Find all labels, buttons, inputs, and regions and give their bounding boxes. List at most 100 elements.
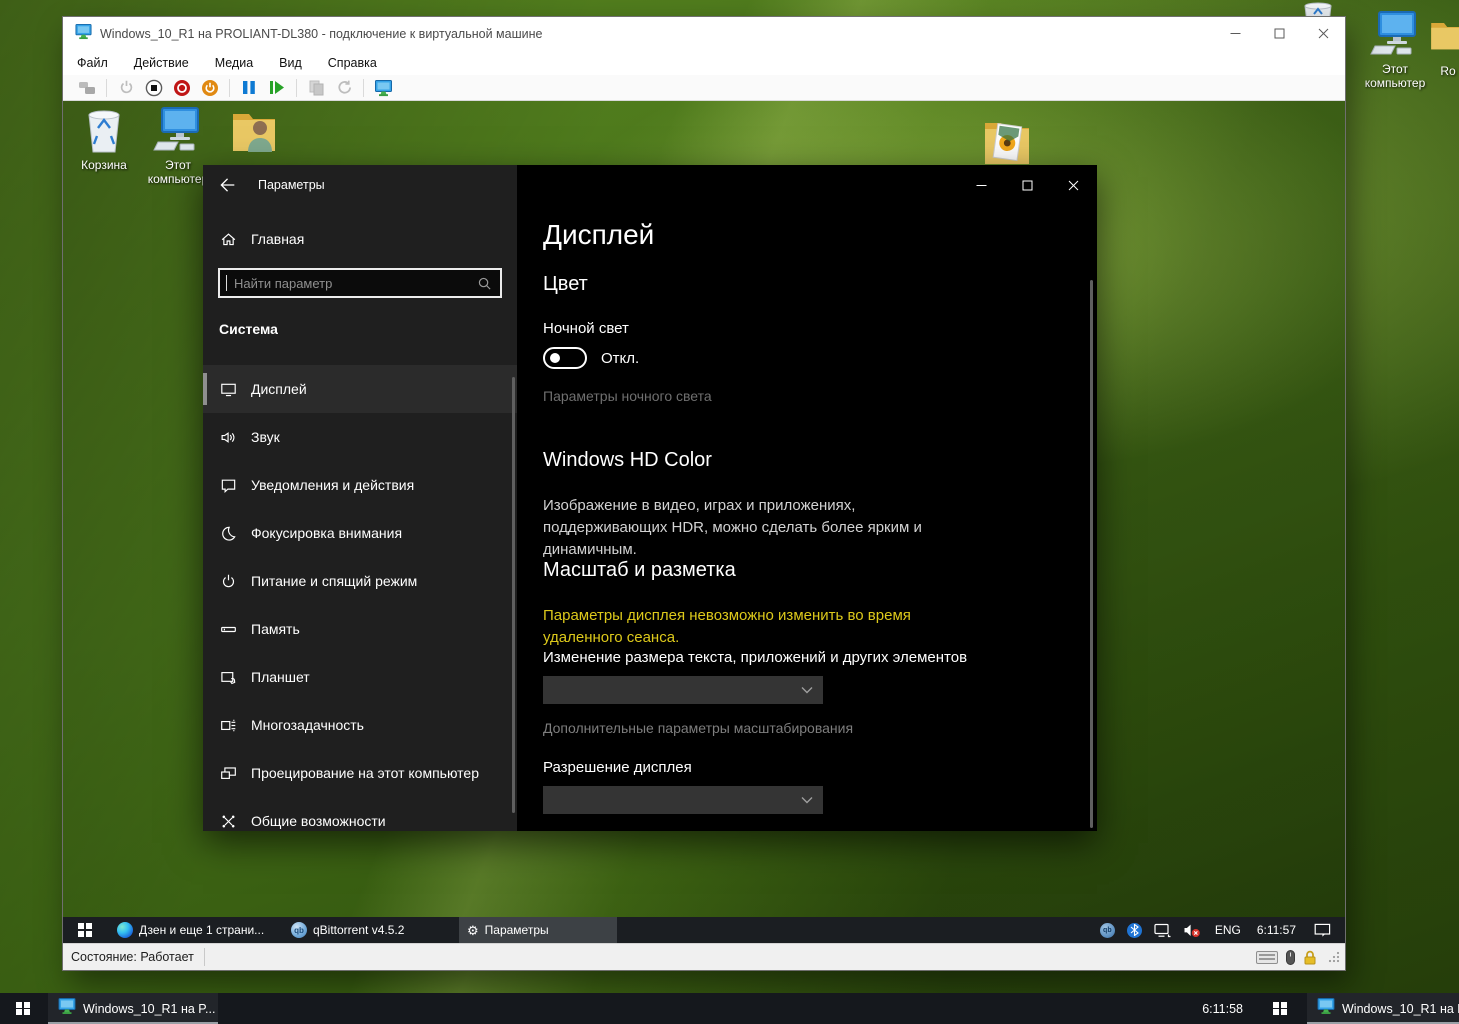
sidebar-item-projecting[interactable]: Проецирование на этот компьютер: [203, 749, 517, 797]
vm-taskbar: Дзен и еще 1 страни... qb qBittorrent v4…: [63, 917, 1345, 943]
settings-main-panel: Дисплей Цвет Ночной свет Откл. Параметры…: [517, 165, 1097, 831]
windows-logo-icon: [16, 1002, 30, 1016]
night-light-settings-link[interactable]: Параметры ночного света: [543, 388, 712, 404]
vm-taskbar-task-qbittorrent[interactable]: qb qBittorrent v4.5.2: [283, 917, 449, 943]
scale-dropdown-label: Изменение размера текста, приложений и д…: [543, 649, 967, 666]
host-taskbar: Windows_10_R1 на P... 6:11:58 Windows_10…: [0, 993, 1459, 1024]
host-clock[interactable]: 6:11:58: [1188, 993, 1257, 1024]
night-light-label: Ночной свет: [543, 320, 629, 337]
vm-system-tray: qb ENG 6:11:57: [1094, 917, 1345, 943]
back-icon[interactable]: [218, 176, 236, 199]
search-input[interactable]: [227, 276, 477, 291]
revert-disabled-icon: [334, 78, 354, 98]
enhanced-session-icon[interactable]: [373, 78, 393, 98]
settings-minimize-button[interactable]: [959, 165, 1003, 205]
vm-start-button[interactable]: [65, 917, 105, 943]
menu-media[interactable]: Медиа: [215, 56, 253, 70]
vm-window-close-button[interactable]: [1301, 17, 1346, 50]
volume-muted-icon[interactable]: [1183, 923, 1201, 938]
desktop-icon-label: Ro: [1428, 64, 1459, 78]
user-folder-icon: [215, 106, 293, 154]
vm-window-titlebar[interactable]: Windows_10_R1 на PROLIANT-DL380 - подклю…: [63, 17, 1345, 51]
menu-view[interactable]: Вид: [279, 56, 302, 70]
this-pc-icon: [139, 106, 217, 154]
advanced-scaling-link[interactable]: Дополнительные параметры масштабирования: [543, 720, 853, 736]
host-start-button-monitor2[interactable]: [1257, 993, 1303, 1024]
vm-connection-window: Windows_10_R1 на PROLIANT-DL380 - подклю…: [63, 17, 1345, 970]
scale-dropdown[interactable]: [543, 676, 823, 704]
settings-window: Параметры Главная: [203, 165, 1097, 831]
host-start-button[interactable]: [0, 993, 46, 1024]
shut-down-icon[interactable]: [172, 78, 192, 98]
sidebar-item-notifications[interactable]: Уведомления и действия: [203, 461, 517, 509]
vm-clock[interactable]: 6:11:57: [1257, 923, 1296, 937]
sidebar-item-power-sleep[interactable]: Питание и спящий режим: [203, 557, 517, 605]
menu-file[interactable]: Файл: [77, 56, 108, 70]
host-taskbar-task-vm-monitor2[interactable]: Windows_10_R1 на P...: [1307, 993, 1459, 1024]
settings-sidebar: Параметры Главная: [203, 165, 517, 831]
ctrl-alt-del-icon[interactable]: [77, 78, 97, 98]
host-desktop-icon-folder[interactable]: Ro: [1428, 12, 1459, 78]
settings-app-title: Параметры: [258, 178, 325, 192]
scale-section-heading: Масштаб и разметка: [543, 559, 736, 582]
resolution-dropdown[interactable]: [543, 786, 823, 814]
page-title: Дисплей: [543, 219, 654, 251]
night-light-toggle[interactable]: [543, 347, 587, 369]
vm-window-menubar: Файл Действие Медиа Вид Справка: [63, 51, 1345, 75]
gear-icon: ⚙: [467, 924, 479, 937]
vm-taskbar-task-browser[interactable]: Дзен и еще 1 страни...: [109, 917, 277, 943]
sidebar-item-display[interactable]: Дисплей: [203, 365, 517, 413]
settings-close-button[interactable]: [1051, 165, 1095, 205]
sidebar-item-home[interactable]: Главная: [203, 223, 517, 255]
mouse-status-icon: [1286, 950, 1295, 965]
qbittorrent-tray-icon[interactable]: qb: [1100, 923, 1115, 938]
pause-icon[interactable]: [239, 78, 259, 98]
hyper-v-icon: [58, 997, 76, 1020]
host-desktop-icon-this-pc[interactable]: Этот компьютер: [1356, 10, 1434, 90]
sidebar-item-sound[interactable]: Звук: [203, 413, 517, 461]
turn-off-icon[interactable]: [144, 78, 164, 98]
action-center-icon[interactable]: [1314, 923, 1331, 938]
sidebar-item-multitasking[interactable]: Многозадачность: [203, 701, 517, 749]
keyboard-status-icon: [1256, 951, 1278, 964]
resize-grip[interactable]: [1327, 950, 1341, 964]
chevron-down-icon: [801, 686, 813, 694]
hyper-v-icon: [75, 23, 92, 45]
vm-desktop: Корзина Этот компьютер: [63, 101, 1345, 943]
vm-window-title: Windows_10_R1 на PROLIANT-DL380 - подклю…: [100, 27, 542, 41]
sidebar-item-focus-assist[interactable]: Фокусировка внимания: [203, 509, 517, 557]
settings-search-box[interactable]: [218, 268, 502, 298]
vm-desktop-icon-recycle-bin[interactable]: Корзина: [65, 106, 143, 172]
vm-window-maximize-button[interactable]: [1257, 17, 1302, 50]
sidebar-item-label: Главная: [251, 231, 304, 247]
vm-window-statusbar: Состояние: Работает: [63, 943, 1345, 970]
bluetooth-icon[interactable]: [1127, 923, 1142, 938]
resume-icon[interactable]: [267, 78, 287, 98]
vm-desktop-icon-pictures-folder[interactable]: [968, 113, 1046, 169]
search-icon[interactable]: [477, 276, 492, 291]
home-icon: [219, 230, 237, 248]
sidebar-item-shared-experiences[interactable]: Общие возможности: [203, 797, 517, 831]
desktop-icon-label: Этот компьютер: [1356, 62, 1434, 90]
host-taskbar-task-vm[interactable]: Windows_10_R1 на P...: [48, 993, 218, 1024]
network-icon[interactable]: [1154, 923, 1171, 938]
recycle-bin-icon: [65, 106, 143, 154]
settings-maximize-button[interactable]: [1005, 165, 1049, 205]
sidebar-item-storage[interactable]: Память: [203, 605, 517, 653]
sidebar-item-tablet[interactable]: Планшет: [203, 653, 517, 701]
vm-desktop-icon-user-folder[interactable]: [215, 106, 293, 154]
host-desktop: Этот компьютер Ro: [0, 0, 1459, 1024]
main-panel-scrollbar[interactable]: [1090, 280, 1093, 828]
language-indicator[interactable]: ENG: [1215, 923, 1241, 937]
menu-action[interactable]: Действие: [134, 56, 189, 70]
reset-icon[interactable]: [200, 78, 220, 98]
vm-window-minimize-button[interactable]: [1213, 17, 1258, 50]
menu-help[interactable]: Справка: [328, 56, 377, 70]
tablet-icon: [219, 668, 237, 686]
vm-status-text: Состояние: Работает: [71, 950, 194, 964]
notifications-icon: [219, 476, 237, 494]
sidebar-scrollbar[interactable]: [512, 377, 515, 813]
vm-taskbar-task-settings[interactable]: ⚙ Параметры: [459, 917, 617, 943]
storage-icon: [219, 620, 237, 638]
projecting-icon: [219, 764, 237, 782]
